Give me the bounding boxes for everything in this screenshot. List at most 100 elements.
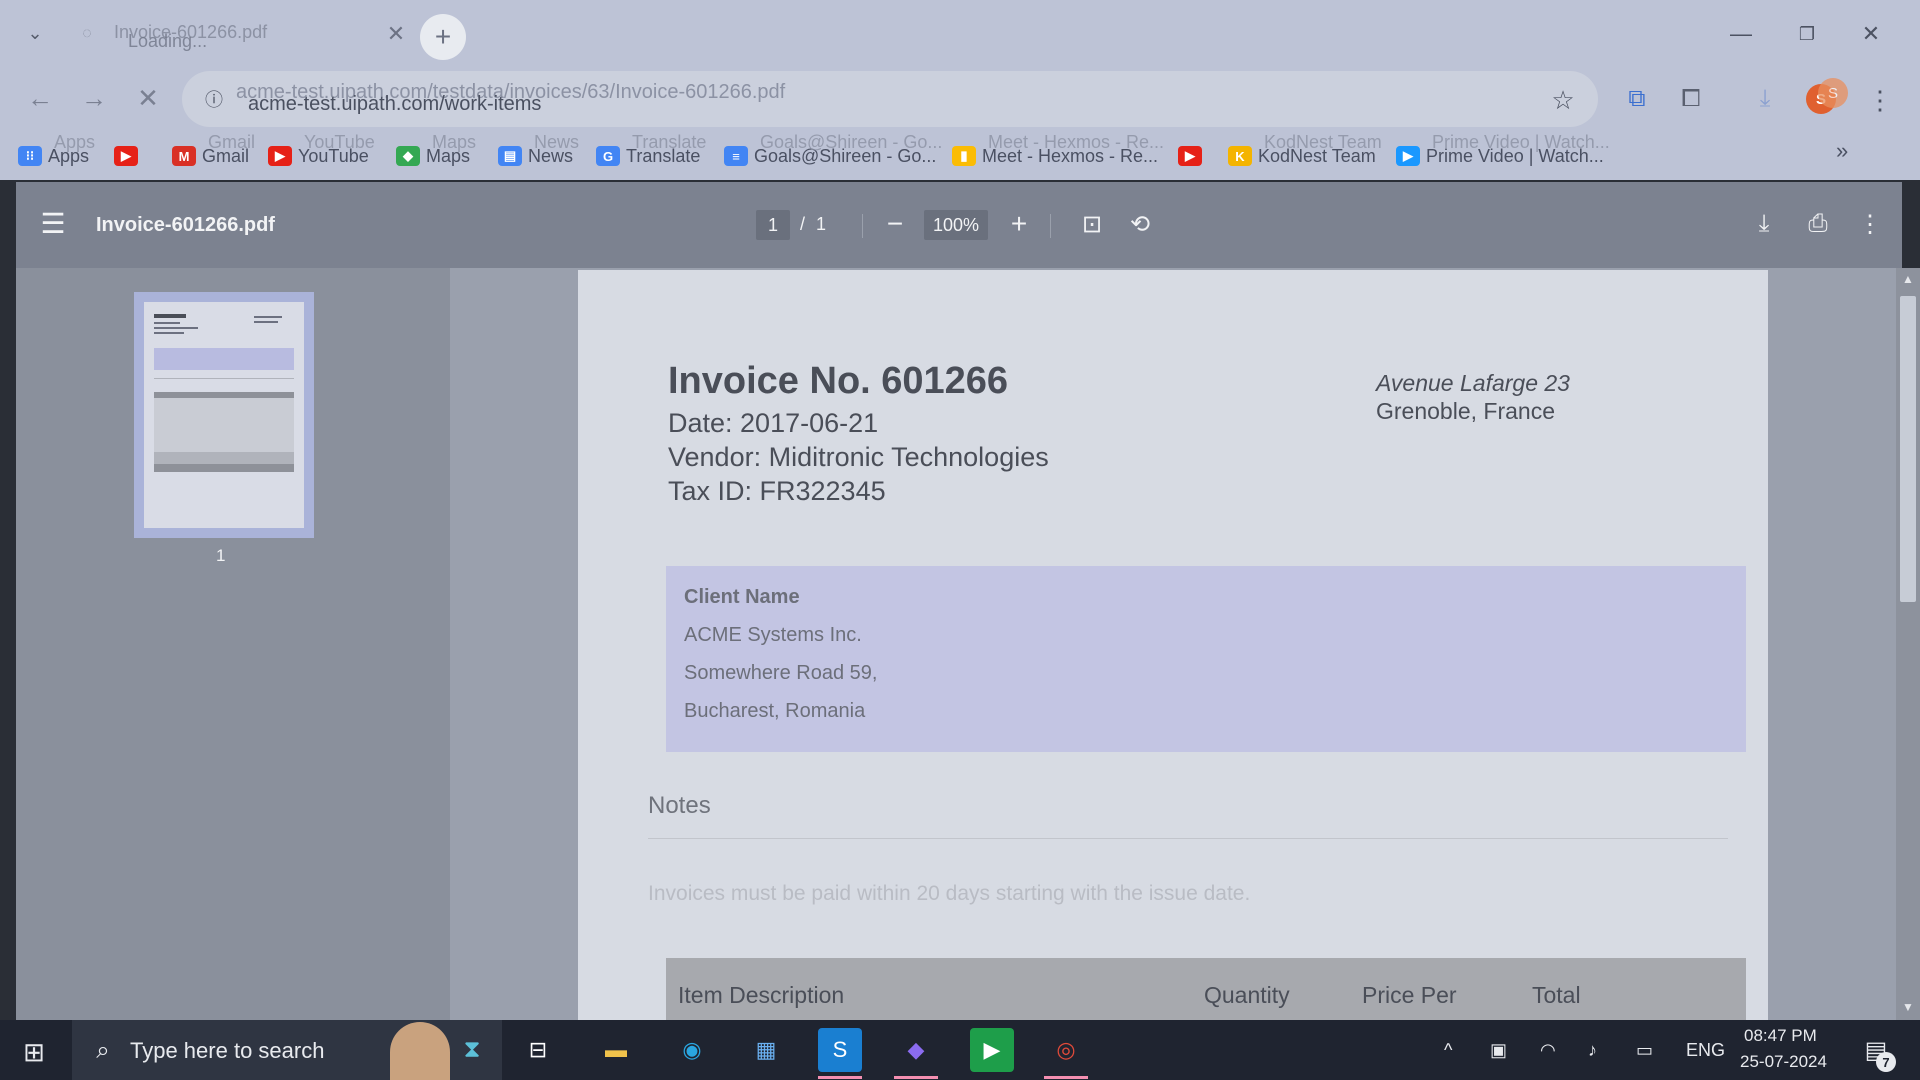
battery-icon[interactable]: ▭ bbox=[1636, 1036, 1653, 1064]
wifi-icon[interactable]: ◠ bbox=[1540, 1036, 1556, 1064]
page-thumbnail[interactable] bbox=[134, 292, 314, 538]
bookmark-star-icon[interactable]: ☆ bbox=[1546, 83, 1580, 117]
search-placeholder: Type here to search bbox=[130, 1038, 325, 1063]
bookmark-label-ghost: YouTube bbox=[304, 132, 375, 152]
bookmark-item[interactable]: ▶ Prime Video | Watch... Prime Video | Wat… bbox=[1396, 132, 1610, 174]
minimize-icon[interactable]: — bbox=[1716, 14, 1766, 54]
bookmark-label-ghost: Translate bbox=[632, 132, 707, 152]
address-bar[interactable]: ⓘ acme-test.uipath.com/testdata/invoices… bbox=[182, 71, 1598, 127]
bookmark-label-ghost: Gmail bbox=[208, 132, 256, 152]
client-line: ACME Systems Inc. bbox=[684, 624, 862, 646]
back-icon[interactable]: ← bbox=[18, 76, 62, 120]
youtube-icon: ▶ bbox=[1178, 146, 1202, 166]
column-total: Total bbox=[1532, 982, 1581, 1008]
browser-toolbar: ← → ✕ ⓘ acme-test.uipath.com/testdata/in… bbox=[0, 66, 1920, 132]
download-icon[interactable]: ⤓ bbox=[1746, 206, 1782, 242]
search-highlight-avatar bbox=[390, 1022, 450, 1080]
kodnest-icon: K bbox=[1228, 146, 1252, 166]
toolbar-divider bbox=[1050, 214, 1051, 238]
chrome-icon[interactable]: ◎ bbox=[1044, 1028, 1088, 1072]
app-running-indicator bbox=[1044, 1076, 1088, 1079]
bookmark-item[interactable]: ≡ Goals@Shireen - Go... Goals@Shireen - Go… bbox=[724, 132, 942, 174]
fit-to-page-icon[interactable]: ⊡ bbox=[1074, 206, 1110, 242]
tab-invoice[interactable]: ◌ Invoice-601266.pdf Loading... ✕ bbox=[64, 12, 410, 56]
edge-icon[interactable]: ◉ bbox=[670, 1028, 714, 1072]
language-indicator[interactable]: ENG bbox=[1686, 1036, 1725, 1064]
tab-close-icon[interactable]: ✕ bbox=[382, 20, 410, 48]
file-explorer-icon[interactable]: ▬ bbox=[594, 1028, 638, 1072]
tab-strip: ⌄ ◌ Invoice-601266.pdf Loading... ✕ + — … bbox=[0, 0, 1920, 66]
gmail-icon: M bbox=[172, 146, 196, 166]
bookmark-label-ghost: Meet - Hexmos - Re... bbox=[988, 132, 1165, 152]
bookmark-item[interactable]: ⁝⁝ Apps Apps bbox=[18, 132, 95, 174]
site-info-icon[interactable]: ⓘ bbox=[198, 83, 230, 115]
windows-taskbar: ⊞ ⌕ Type here to search ⧗ ⊟ ▬ ◉ ▦ S ◆ ▶ … bbox=[0, 1020, 1920, 1080]
microsoft-store-icon[interactable]: ▦ bbox=[744, 1028, 788, 1072]
translate-icon: G bbox=[596, 146, 620, 166]
bookmark-item[interactable]: ▮ Meet - Hexmos - Re... Meet - Hexmos - Re… bbox=[952, 132, 1164, 174]
zoom-out-icon[interactable]: − bbox=[878, 206, 912, 242]
thumbnail-page-preview bbox=[144, 302, 304, 528]
downloads-icon[interactable]: ⤓ bbox=[1744, 78, 1786, 120]
stop-loading-icon[interactable]: ✕ bbox=[126, 76, 170, 120]
bookmark-item[interactable]: ▤ News News bbox=[498, 132, 579, 174]
tab-search-icon[interactable]: ⌄ bbox=[18, 18, 52, 48]
column-item-description: Item Description bbox=[678, 982, 845, 1008]
clock-date[interactable]: 25-07-2024 bbox=[1740, 1052, 1827, 1072]
zoom-level-input[interactable]: 100% bbox=[924, 210, 988, 240]
bookmark-item[interactable]: ▶ bbox=[114, 138, 144, 174]
page-total: 1 bbox=[816, 214, 827, 234]
profile-avatar-ghost: S bbox=[1818, 78, 1848, 108]
more-actions-icon[interactable]: ⋮ bbox=[1852, 206, 1888, 242]
tray-app-icon[interactable]: ▣ bbox=[1490, 1036, 1507, 1064]
invoice-title: Invoice No. 601266 bbox=[668, 360, 1009, 402]
skillsoft-icon[interactable]: S bbox=[818, 1028, 862, 1072]
bookmark-label-ghost: Maps bbox=[432, 132, 477, 152]
bookmark-item[interactable]: M Gmail Gmail bbox=[172, 132, 255, 174]
bookmark-item[interactable]: G Translate Translate bbox=[596, 132, 706, 174]
rotate-icon[interactable]: ⟲ bbox=[1122, 206, 1158, 242]
bookmarks-overflow-icon[interactable]: » bbox=[1836, 138, 1848, 164]
invoice-date: Date: 2017-06-21 bbox=[668, 408, 879, 438]
uipath-extension-icon[interactable]: ⧉ bbox=[1616, 78, 1658, 120]
scroll-up-icon[interactable]: ▲ bbox=[1898, 270, 1918, 288]
bookmark-item[interactable]: K KodNest Team KodNest Team bbox=[1228, 132, 1382, 174]
window-close-icon[interactable]: ✕ bbox=[1846, 14, 1896, 54]
zoom-in-icon[interactable]: + bbox=[1002, 206, 1036, 242]
url-text[interactable]: acme-test.uipath.com/work-items bbox=[248, 93, 541, 116]
loading-spinner-icon: ◌ bbox=[82, 25, 92, 42]
windows-start-icon[interactable]: ⊞ bbox=[14, 1032, 54, 1072]
scrollbar-thumb[interactable] bbox=[1900, 296, 1916, 602]
pdf-toolbar: ☰ Invoice-601266.pdf 1 / 1 − 100% + ⊡ ⟲ … bbox=[16, 182, 1902, 268]
app-diamond-icon[interactable]: ◆ bbox=[894, 1028, 938, 1072]
browser-menu-icon[interactable]: ⋮ bbox=[1860, 80, 1900, 120]
sidebar-toggle-icon[interactable]: ☰ bbox=[36, 206, 70, 240]
bookmark-item[interactable]: ▶ YouTube YouTube bbox=[268, 132, 375, 174]
taskbar-search-box[interactable]: ⌕ Type here to search ⧗ bbox=[72, 1020, 502, 1080]
invoice-vendor: Vendor: Miditronic Technologies bbox=[668, 442, 1049, 472]
meet-icon: ▮ bbox=[952, 146, 976, 166]
pdf-page: Invoice No. 601266 Date: 2017-06-21 Vend… bbox=[578, 270, 1768, 1020]
task-view-icon[interactable]: ⊟ bbox=[516, 1028, 560, 1072]
thumbnail-page-number: 1 bbox=[216, 546, 226, 565]
bookmark-item[interactable]: ▶ bbox=[1178, 138, 1208, 174]
restore-icon[interactable]: ❐ bbox=[1782, 14, 1832, 54]
invoice-tax-id: Tax ID: FR322345 bbox=[668, 476, 886, 506]
print-icon[interactable]: ⎙ bbox=[1800, 206, 1836, 242]
items-table-header: Item Description Quantity Price Per Tota… bbox=[666, 958, 1746, 1020]
notes-heading: Notes bbox=[648, 792, 711, 819]
vendor-address-line1: Avenue Lafarge 23 bbox=[1376, 370, 1570, 396]
bookmark-item[interactable]: ◆ Maps Maps bbox=[396, 132, 476, 174]
page-number-input[interactable]: 1 bbox=[756, 210, 790, 240]
bookmark-label-ghost: Apps bbox=[54, 132, 96, 152]
forward-icon[interactable]: → bbox=[72, 76, 116, 120]
notes-text: Invoices must be paid within 20 days sta… bbox=[648, 882, 1251, 905]
extensions-puzzle-icon[interactable]: ⧠ bbox=[1670, 78, 1712, 120]
new-tab-button[interactable]: + bbox=[420, 14, 466, 60]
media-player-icon[interactable]: ▶ bbox=[970, 1028, 1014, 1072]
scroll-down-icon[interactable]: ▼ bbox=[1898, 998, 1918, 1016]
tray-expand-icon[interactable]: ^ bbox=[1444, 1036, 1452, 1064]
clock-time[interactable]: 08:47 PM bbox=[1744, 1026, 1817, 1046]
volume-icon[interactable]: ♪ bbox=[1588, 1036, 1597, 1064]
client-line: Somewhere Road 59, bbox=[684, 662, 878, 684]
